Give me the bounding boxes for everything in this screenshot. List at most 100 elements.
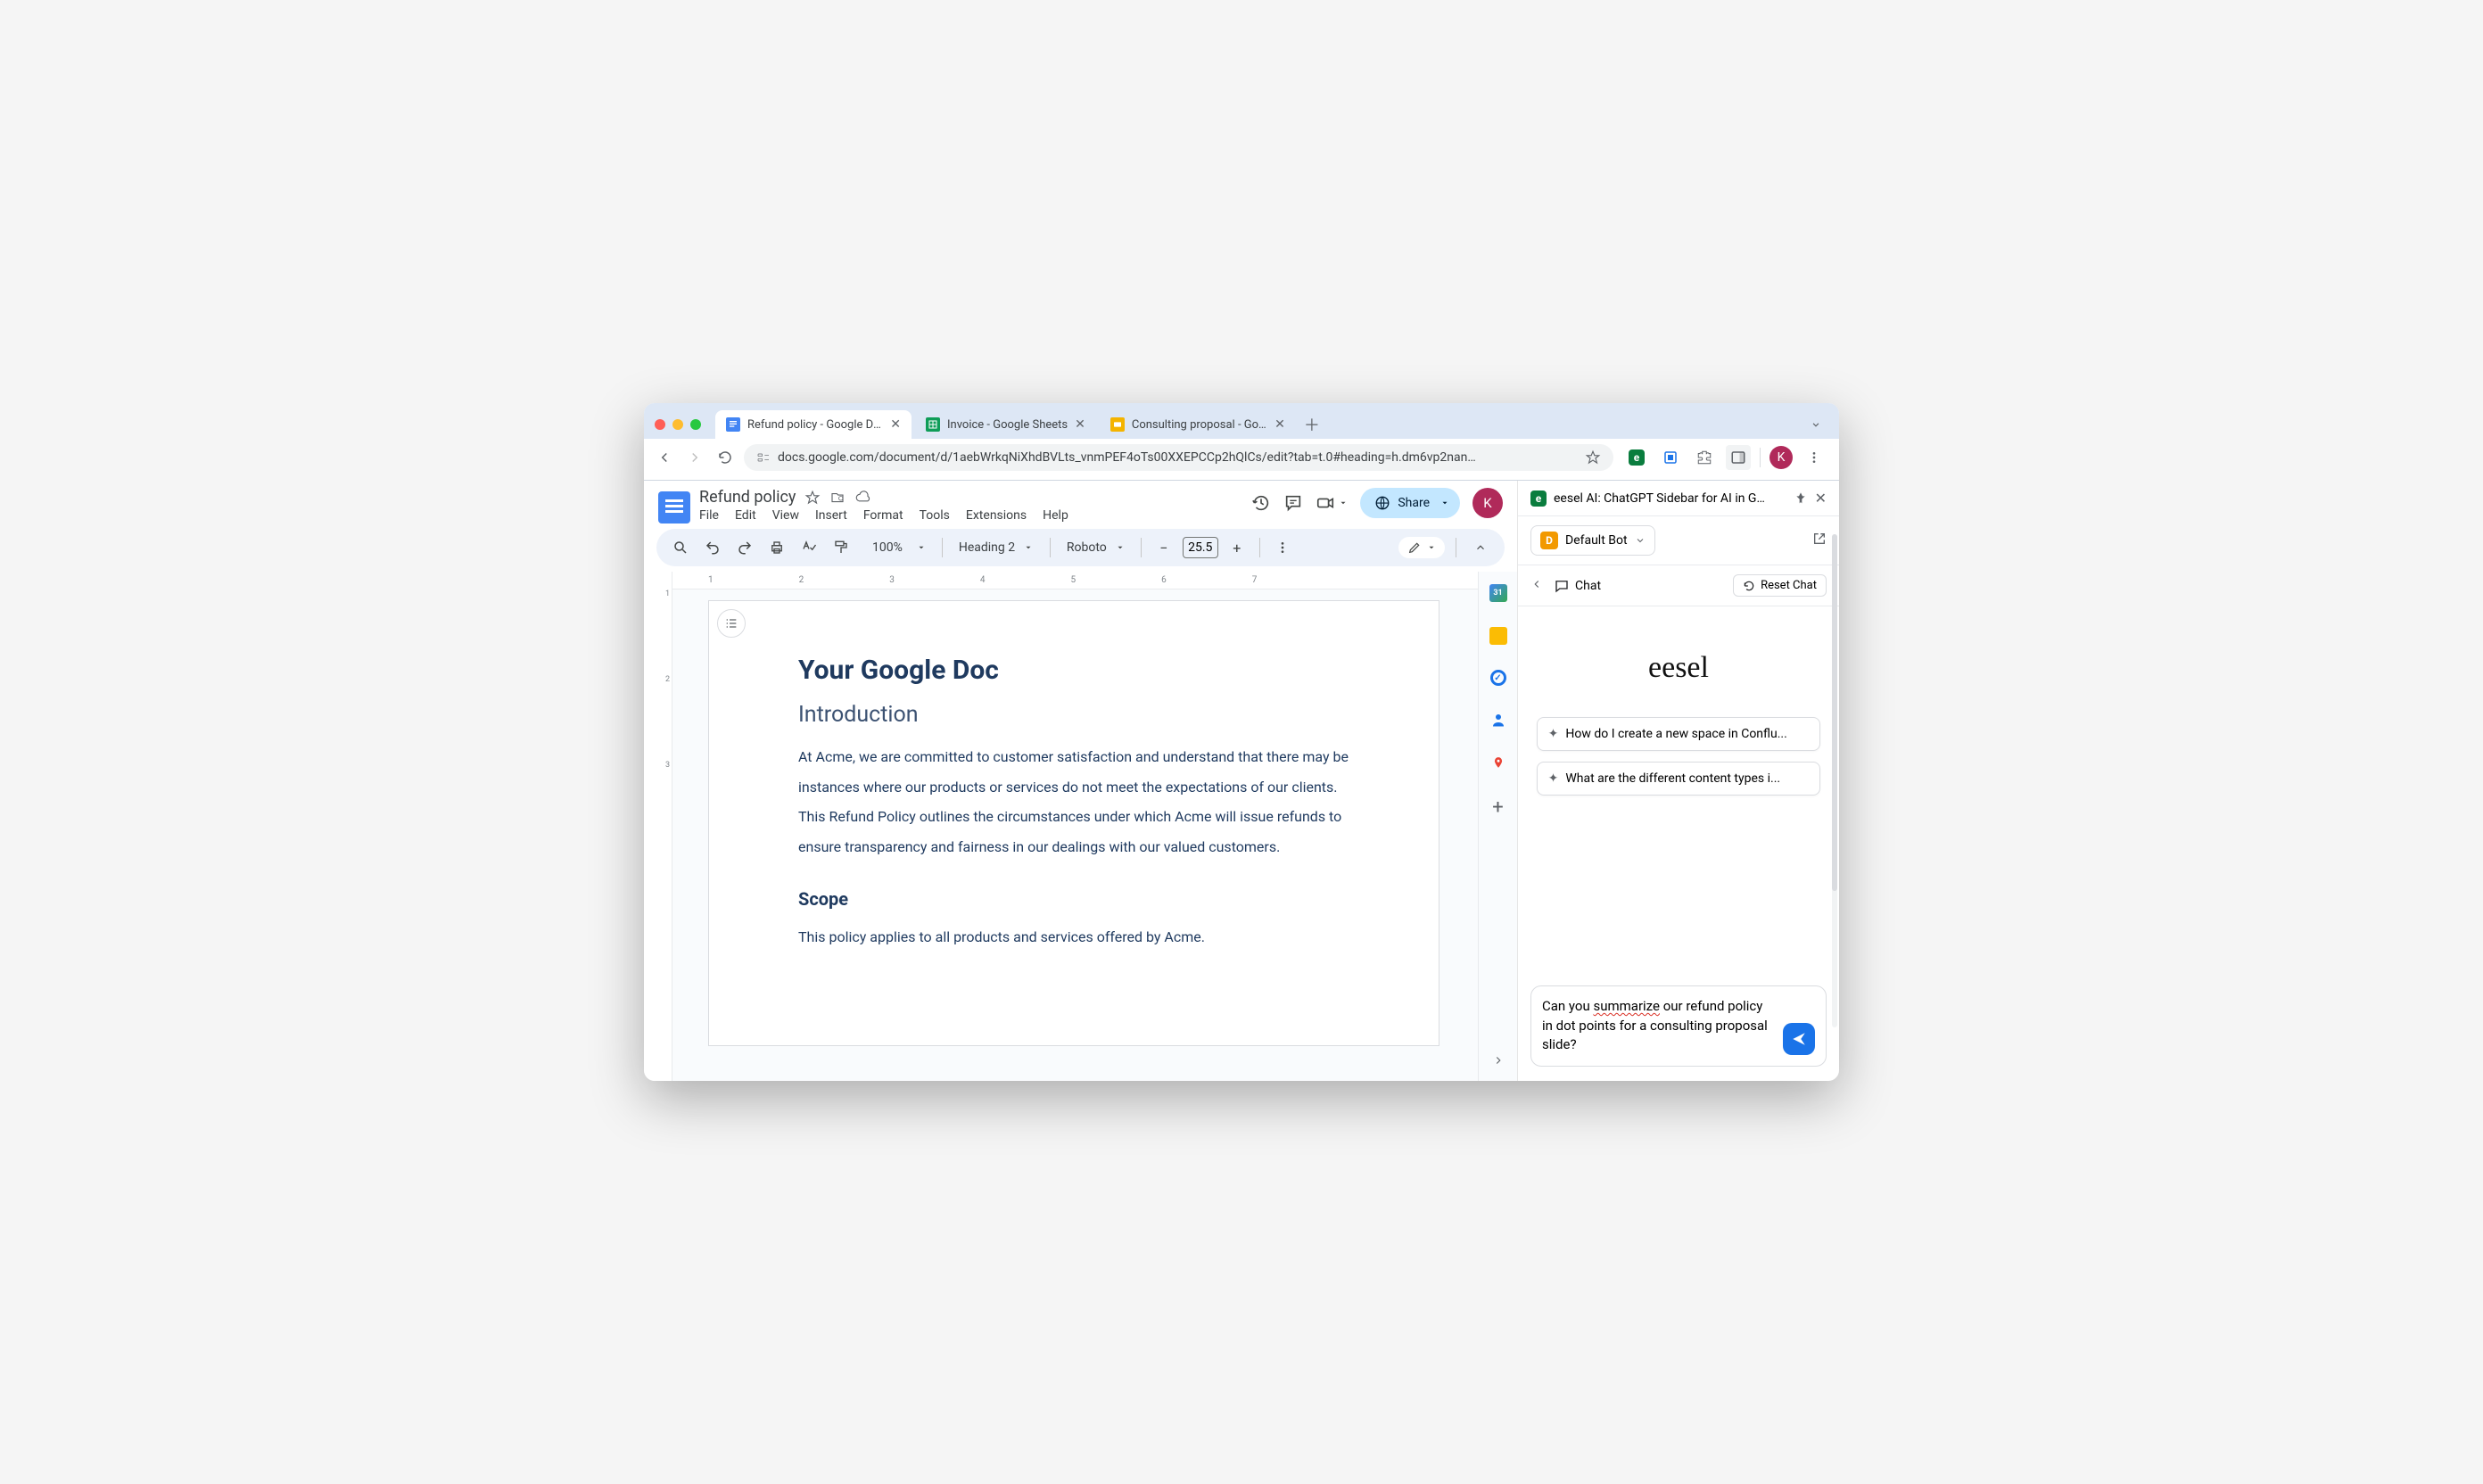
- minimize-window-button[interactable]: [672, 419, 683, 430]
- star-outline-icon[interactable]: [804, 490, 821, 506]
- zoom-select[interactable]: 100%: [860, 540, 933, 555]
- account-avatar[interactable]: K: [1472, 488, 1503, 518]
- calendar-addon-button[interactable]: [1489, 584, 1507, 602]
- document-title[interactable]: Refund policy: [699, 488, 796, 507]
- doc-paragraph[interactable]: At Acme, we are committed to customer sa…: [798, 742, 1349, 862]
- profile-avatar[interactable]: K: [1769, 446, 1793, 469]
- sidepanel-icon: [1730, 449, 1746, 466]
- address-bar[interactable]: docs.google.com/document/d/1aebWrkqNiXhd…: [744, 444, 1613, 471]
- print-button[interactable]: [763, 534, 790, 561]
- more-toolbar-button[interactable]: [1269, 534, 1296, 561]
- eesel-extension-button[interactable]: e: [1624, 445, 1649, 470]
- menu-edit[interactable]: Edit: [735, 508, 756, 523]
- undo-button[interactable]: [699, 534, 726, 561]
- close-tab-icon[interactable]: ✕: [890, 417, 901, 432]
- menu-insert[interactable]: Insert: [815, 508, 847, 523]
- collapse-toolbar-button[interactable]: [1467, 534, 1494, 561]
- compose-text[interactable]: Can you summarize our refund policy in d…: [1542, 997, 1774, 1055]
- list-icon: [724, 616, 738, 631]
- caret-down-icon: [1427, 543, 1436, 552]
- back-button[interactable]: [656, 449, 672, 466]
- chevron-down-icon: [1810, 418, 1822, 431]
- docs-header: Refund policy File Edit View Insert Form…: [644, 481, 1517, 524]
- maps-addon-button[interactable]: [1492, 754, 1505, 771]
- doc-heading-1[interactable]: Your Google Doc: [798, 655, 1349, 686]
- spellcheck-button[interactable]: [796, 534, 822, 561]
- docs-toolbar: 100% Heading 2 Roboto − 25.5 +: [656, 529, 1505, 566]
- editor-area: 1 2 3 1 2 3 4 5 6 7: [644, 572, 1517, 1081]
- get-addons-button[interactable]: +: [1492, 796, 1503, 819]
- menu-view[interactable]: View: [772, 508, 799, 523]
- chat-compose[interactable]: Can you summarize our refund policy in d…: [1530, 985, 1827, 1067]
- search-button[interactable]: [667, 534, 694, 561]
- reload-button[interactable]: [717, 449, 733, 466]
- menu-format[interactable]: Format: [863, 508, 903, 523]
- increase-font-button[interactable]: +: [1224, 534, 1250, 561]
- meet-button[interactable]: [1316, 493, 1348, 513]
- page-canvas[interactable]: Your Google Doc Introduction At Acme, we…: [672, 589, 1478, 1081]
- new-tab-button[interactable]: ＋: [1299, 412, 1324, 437]
- extensions-menu-button[interactable]: [1692, 445, 1717, 470]
- editing-mode-button[interactable]: [1398, 537, 1445, 558]
- star-icon[interactable]: [1585, 449, 1601, 466]
- close-sidebar-button[interactable]: ✕: [1815, 490, 1827, 507]
- search-icon: [672, 540, 689, 556]
- paragraph-style-select[interactable]: Heading 2: [952, 540, 1041, 555]
- menu-tools[interactable]: Tools: [920, 508, 950, 523]
- tab-consulting-proposal[interactable]: Consulting proposal - Google… ✕: [1100, 410, 1296, 439]
- doc-paragraph[interactable]: This policy applies to all products and …: [798, 922, 1349, 952]
- extension-icon: [1662, 449, 1679, 466]
- docs-logo-icon[interactable]: [658, 491, 690, 524]
- tab-refund-policy[interactable]: Refund policy - Google Docs ✕: [715, 410, 912, 439]
- close-window-button[interactable]: [655, 419, 665, 430]
- reload-icon: [717, 449, 733, 466]
- chat-header: Chat Reset Chat: [1518, 565, 1839, 606]
- extension-button[interactable]: [1658, 445, 1683, 470]
- reset-chat-button[interactable]: Reset Chat: [1733, 574, 1827, 597]
- font-select[interactable]: Roboto: [1060, 540, 1132, 555]
- outline-toggle-button[interactable]: [717, 609, 746, 638]
- history-button[interactable]: [1251, 493, 1271, 513]
- share-label: Share: [1398, 496, 1430, 510]
- cloud-saved-icon[interactable]: [854, 490, 870, 506]
- redo-button[interactable]: [731, 534, 758, 561]
- caret-down-icon: [1339, 499, 1348, 507]
- menu-extensions[interactable]: Extensions: [966, 508, 1027, 523]
- doc-heading-2[interactable]: Introduction: [798, 702, 1349, 728]
- close-tab-icon[interactable]: ✕: [1274, 417, 1285, 432]
- sidepanel-button[interactable]: [1726, 445, 1751, 470]
- popout-button[interactable]: [1812, 532, 1827, 549]
- browser-menu-button[interactable]: [1802, 445, 1827, 470]
- suggestion-item[interactable]: ✦ What are the different content types i…: [1537, 762, 1821, 796]
- maximize-window-button[interactable]: [690, 419, 701, 430]
- keep-addon-button[interactable]: [1489, 627, 1507, 645]
- tab-invoice[interactable]: Invoice - Google Sheets ✕: [915, 410, 1096, 439]
- chat-body: eesel ✦ How do I create a new space in C…: [1518, 606, 1839, 977]
- close-tab-icon[interactable]: ✕: [1075, 417, 1085, 432]
- send-button[interactable]: [1783, 1023, 1815, 1055]
- menu-help[interactable]: Help: [1043, 508, 1068, 523]
- bot-name: Default Bot: [1565, 533, 1628, 548]
- bot-selector[interactable]: D Default Bot: [1530, 525, 1655, 556]
- contacts-addon-button[interactable]: [1490, 711, 1506, 729]
- menu-file[interactable]: File: [699, 508, 719, 523]
- url-text: docs.google.com/document/d/1aebWrkqNiXhd…: [778, 450, 1476, 465]
- tab-overflow-button[interactable]: [1803, 412, 1828, 437]
- pin-icon[interactable]: [1794, 491, 1808, 506]
- separator: [1760, 448, 1761, 467]
- chat-back-button[interactable]: [1530, 577, 1543, 594]
- document-paper[interactable]: Your Google Doc Introduction At Acme, we…: [708, 600, 1439, 1046]
- doc-heading-3[interactable]: Scope: [798, 888, 1349, 910]
- refresh-icon: [1743, 580, 1755, 592]
- scrollbar-thumb[interactable]: [1832, 534, 1837, 891]
- comments-button[interactable]: [1283, 493, 1303, 513]
- move-icon[interactable]: [829, 490, 846, 506]
- decrease-font-button[interactable]: −: [1151, 534, 1177, 561]
- suggestion-item[interactable]: ✦ How do I create a new space in Conflu.…: [1537, 717, 1821, 751]
- forward-button[interactable]: [687, 449, 703, 466]
- hide-dock-button[interactable]: [1492, 1053, 1505, 1070]
- share-button[interactable]: Share: [1360, 488, 1460, 518]
- tasks-addon-button[interactable]: [1490, 670, 1506, 686]
- font-size-input[interactable]: 25.5: [1183, 537, 1218, 558]
- paint-format-button[interactable]: [828, 534, 854, 561]
